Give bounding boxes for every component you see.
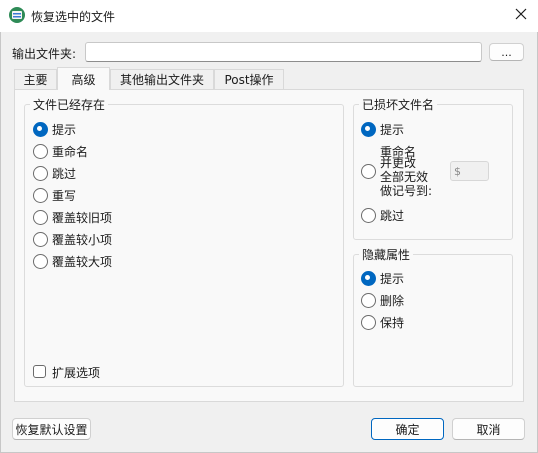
app-icon xyxy=(8,6,26,24)
radio-button[interactable] xyxy=(361,208,376,223)
radio-button[interactable] xyxy=(33,122,48,137)
radio-fe-overwrite-smaller[interactable]: 覆盖较小项 xyxy=(33,231,153,247)
radio-button[interactable] xyxy=(361,164,376,179)
radio-button[interactable] xyxy=(33,166,48,181)
radio-label: 提示 xyxy=(52,123,77,137)
radio-ha-prompt[interactable]: 提示 xyxy=(361,270,481,286)
rename-detail-line-3: 做记号到: xyxy=(380,184,433,198)
restore-defaults-button[interactable]: 恢复默认设置 xyxy=(12,418,91,440)
checkbox-label: 扩展选项 xyxy=(52,366,101,380)
radio-label: 删除 xyxy=(380,294,405,308)
output-folder-input[interactable] xyxy=(85,42,482,62)
radio-label: 跳过 xyxy=(52,167,77,181)
mark-char-input[interactable]: $ xyxy=(450,161,489,181)
radio-button[interactable] xyxy=(33,144,48,159)
radio-label: 覆盖较大项 xyxy=(52,255,113,269)
rename-detail-line-2: 全部无效 xyxy=(380,170,429,184)
radio-label: 跳过 xyxy=(380,209,405,223)
radio-fe-rename[interactable]: 重命名 xyxy=(33,143,153,159)
file-exists-title: 文件已经存在 xyxy=(30,96,109,113)
browse-button[interactable]: ... xyxy=(489,43,524,61)
expand-options-checkbox[interactable]: 扩展选项 xyxy=(33,364,153,380)
radio-ha-delete[interactable]: 删除 xyxy=(361,292,481,308)
radio-fe-overwrite-older[interactable]: 覆盖较旧项 xyxy=(33,209,153,225)
radio-button[interactable] xyxy=(33,210,48,225)
radio-dn-rename[interactable]: 重命名 并更改 全部无效 做记号到: xyxy=(361,143,451,201)
radio-label: 保持 xyxy=(380,316,405,330)
radio-fe-skip[interactable]: 跳过 xyxy=(33,165,153,181)
radio-label: 提示 xyxy=(380,272,405,286)
radio-fe-prompt[interactable]: 提示 xyxy=(33,121,153,137)
damaged-name-title: 已损坏文件名 xyxy=(359,96,438,113)
close-icon xyxy=(515,8,527,23)
radio-label: 重命名 xyxy=(52,145,89,159)
radio-label: 覆盖较小项 xyxy=(52,233,113,247)
radio-button[interactable] xyxy=(361,315,376,330)
tab-post-operation[interactable]: Post操作 xyxy=(214,69,284,89)
radio-dn-skip[interactable]: 跳过 xyxy=(361,207,481,223)
radio-fe-overwrite[interactable]: 重写 xyxy=(33,187,153,203)
radio-fe-overwrite-larger[interactable]: 覆盖较大项 xyxy=(33,253,153,269)
rename-detail-line-1: 并更改 xyxy=(380,156,417,170)
hidden-attr-title: 隐藏属性 xyxy=(359,246,414,263)
radio-button[interactable] xyxy=(361,271,376,286)
radio-button[interactable] xyxy=(33,254,48,269)
tab-other-output-folders[interactable]: 其他输出文件夹 xyxy=(110,69,214,89)
radio-button[interactable] xyxy=(361,122,376,137)
tab-advanced[interactable]: 高级 xyxy=(57,67,110,90)
ok-button[interactable]: 确定 xyxy=(371,418,444,440)
radio-label: 覆盖较旧项 xyxy=(52,211,113,225)
radio-label: 重写 xyxy=(52,189,77,203)
radio-button[interactable] xyxy=(33,188,48,203)
radio-ha-keep[interactable]: 保持 xyxy=(361,314,481,330)
radio-button[interactable] xyxy=(33,232,48,247)
radio-label: 提示 xyxy=(380,123,405,137)
radio-dn-prompt[interactable]: 提示 xyxy=(361,121,481,137)
checkbox-box[interactable] xyxy=(33,365,46,378)
output-folder-label: 输出文件夹: xyxy=(12,47,77,61)
close-button[interactable] xyxy=(504,0,538,30)
window-title: 恢复选中的文件 xyxy=(31,10,116,24)
cancel-button[interactable]: 取消 xyxy=(452,418,525,440)
radio-button[interactable] xyxy=(361,293,376,308)
tab-main[interactable]: 主要 xyxy=(14,69,57,89)
